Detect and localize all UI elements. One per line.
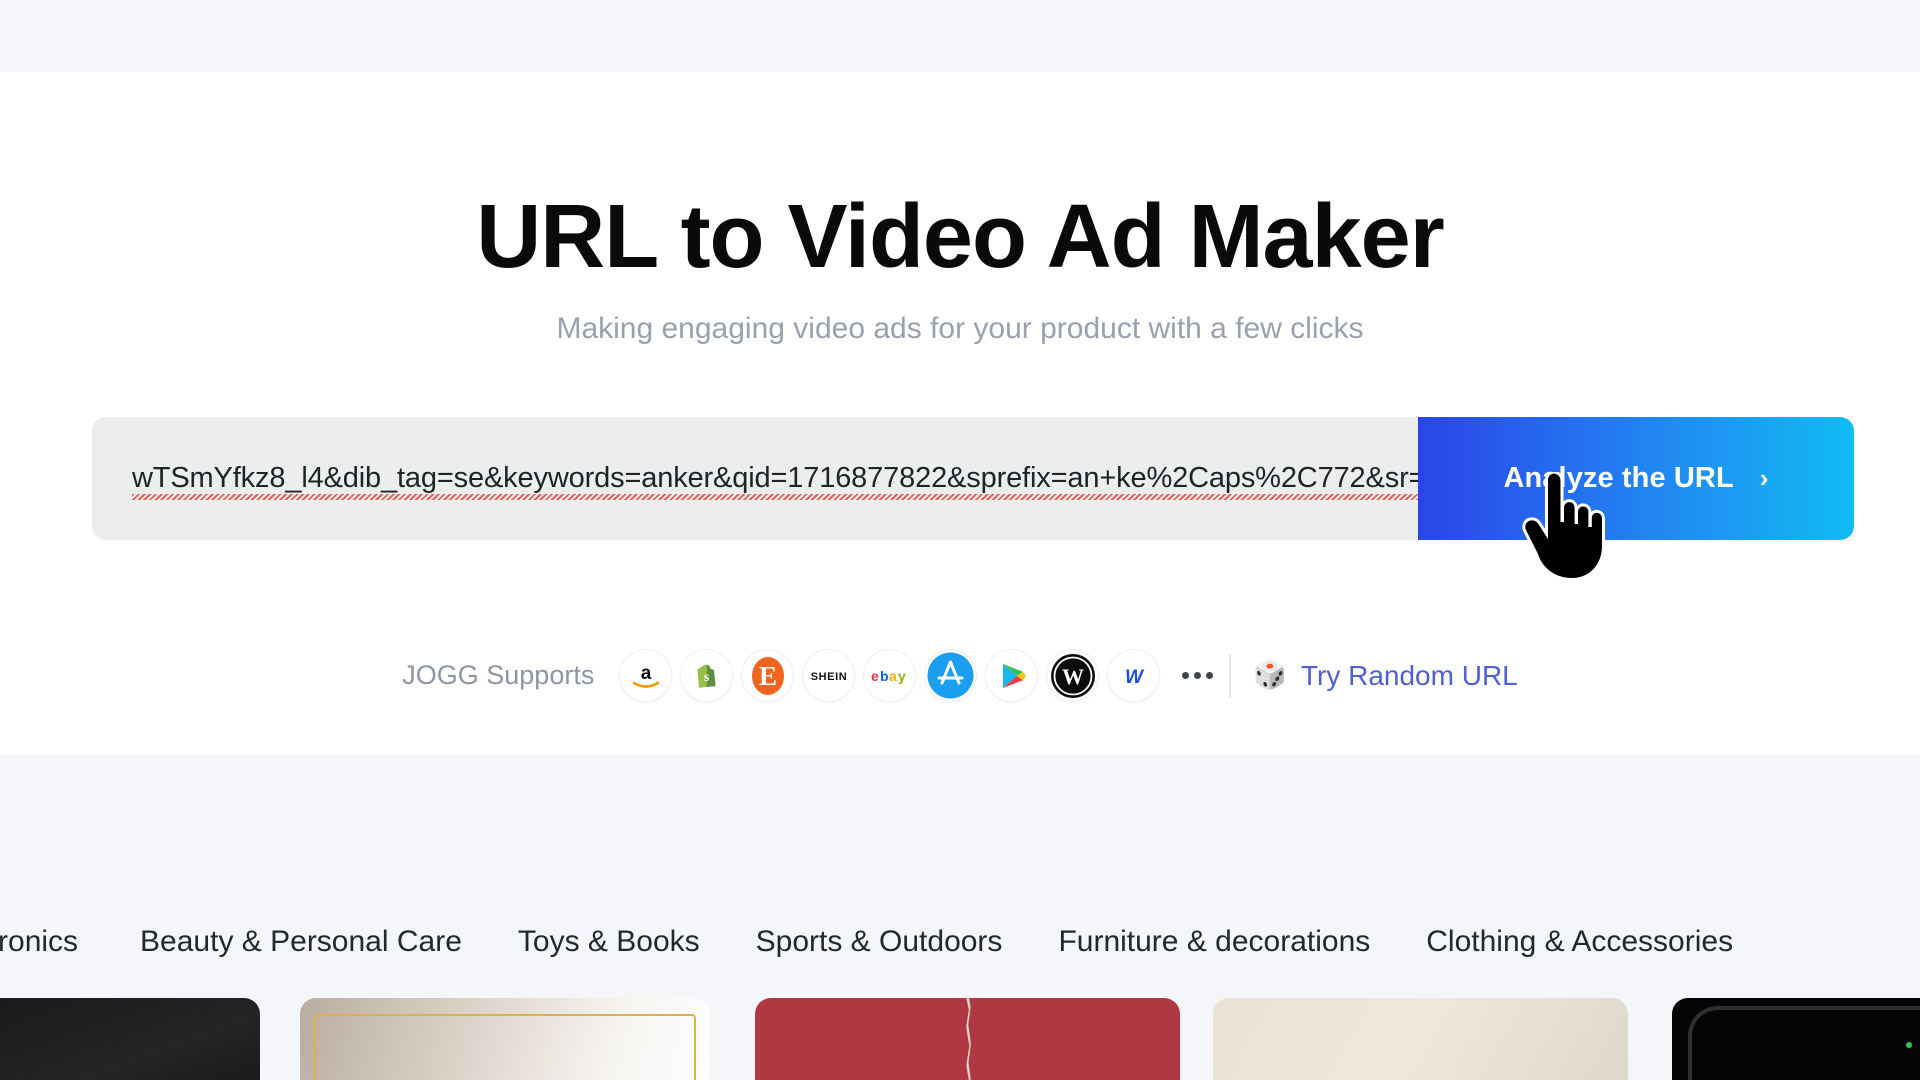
url-form: wTSmYfkz8_l4&dib_tag=se&keywords=anker&q… <box>92 417 1854 540</box>
webflow-icon[interactable]: W <box>1108 650 1160 701</box>
hero-section: URL to Video Ad Maker Making engaging vi… <box>0 72 1920 755</box>
product-card-gold-frame[interactable] <box>300 998 710 1080</box>
svg-text:a: a <box>641 663 652 684</box>
spellcheck-underline <box>132 494 1418 500</box>
svg-text:W: W <box>1062 664 1084 689</box>
svg-text:b: b <box>880 668 889 684</box>
ebay-icon[interactable]: e b a y <box>864 650 916 701</box>
crack-graphic <box>966 998 972 1080</box>
url-input-value: wTSmYfkz8_l4&dib_tag=se&keywords=anker&q… <box>132 462 1418 494</box>
svg-text:SHEIN: SHEIN <box>811 671 848 683</box>
category-item-sports-outdoors[interactable]: Sports & Outdoors <box>756 925 1003 959</box>
try-random-url-button[interactable]: 🎲 Try Random URL <box>1253 660 1517 692</box>
category-nav: ectronics Beauty & Personal Care Toys & … <box>0 925 1920 959</box>
try-random-url-label: Try Random URL <box>1300 659 1518 691</box>
gold-frame-accent <box>314 1014 696 1080</box>
svg-text:e: e <box>871 668 879 684</box>
category-item-electronics[interactable]: ectronics <box>0 925 78 959</box>
chevron-right-icon: › <box>1759 462 1769 493</box>
dice-icon: 🎲 <box>1253 660 1287 690</box>
category-item-clothing-accessories[interactable]: Clothing & Accessories <box>1426 925 1733 959</box>
status-dot-green <box>1906 1042 1912 1048</box>
page-subtitle: Making engaging video ads for your produ… <box>556 312 1364 345</box>
platform-icon-list: a s E SHEIN e b a y W W <box>620 650 1160 701</box>
dot-2 <box>1193 672 1201 679</box>
dot-3 <box>1205 672 1213 679</box>
svg-text:E: E <box>759 661 777 691</box>
svg-text:W: W <box>1125 667 1145 688</box>
dot-1 <box>1181 672 1189 679</box>
vertical-divider <box>1229 653 1232 698</box>
url-input-wrapper[interactable]: wTSmYfkz8_l4&dib_tag=se&keywords=anker&q… <box>92 417 1418 540</box>
svg-text:a: a <box>889 668 897 684</box>
shopify-icon[interactable]: s <box>681 650 733 701</box>
supported-platforms-row: JOGG Supports a s E SHEIN e b a y W W 🎲 … <box>0 650 1920 701</box>
svg-text:s: s <box>704 670 710 685</box>
product-card-red[interactable] <box>755 998 1180 1080</box>
product-card-beige[interactable] <box>1213 998 1628 1080</box>
shein-icon[interactable]: SHEIN <box>803 650 855 701</box>
top-band <box>0 0 1920 72</box>
category-item-beauty-personal-care[interactable]: Beauty & Personal Care <box>140 925 462 959</box>
analyze-url-button[interactable]: Analyze the URL › <box>1418 417 1854 540</box>
etsy-icon[interactable]: E <box>742 650 794 701</box>
product-card-row: ⚡ 3s ^ <box>0 998 1920 1080</box>
wordpress-icon[interactable]: W <box>1047 650 1099 701</box>
more-platforms-button[interactable] <box>1175 654 1219 698</box>
analyze-url-label: Analyze the URL <box>1503 462 1734 494</box>
url-input-text[interactable]: wTSmYfkz8_l4&dib_tag=se&keywords=anker&q… <box>132 462 1418 500</box>
app-store-icon[interactable] <box>925 650 977 701</box>
phone-ui: ⚡ 3s ^ <box>1688 1006 1920 1080</box>
amazon-icon[interactable]: a <box>620 650 672 701</box>
page-title: URL to Video Ad Maker <box>476 187 1445 287</box>
product-card-phone-screen[interactable]: ⚡ 3s ^ <box>1672 998 1920 1080</box>
product-card-dark[interactable] <box>0 998 260 1080</box>
svg-text:y: y <box>898 668 906 684</box>
category-item-toys-books[interactable]: Toys & Books <box>518 925 700 959</box>
google-play-icon[interactable] <box>986 650 1038 701</box>
category-item-furniture-decorations[interactable]: Furniture & decorations <box>1058 925 1370 959</box>
supports-label: JOGG Supports <box>402 660 595 690</box>
phone-bezel <box>1688 1006 1920 1080</box>
